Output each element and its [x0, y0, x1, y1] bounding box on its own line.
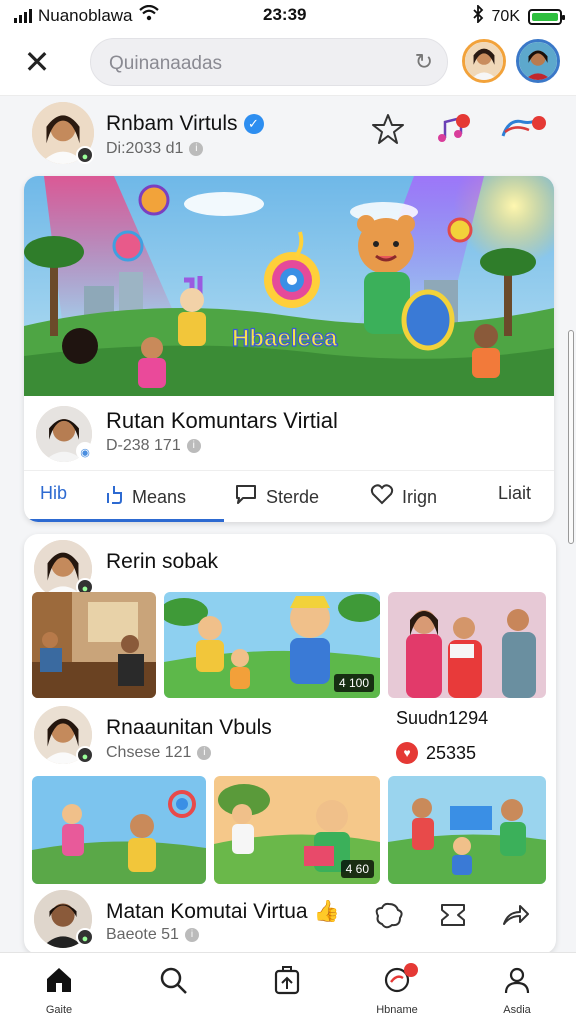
grid2-duration-2: 4 60	[340, 860, 374, 878]
section2-info-icon: i	[197, 745, 212, 760]
profile-icon	[482, 965, 552, 1002]
notifications-icon	[362, 963, 432, 1002]
banner-text: Hbaeleea	[232, 325, 338, 352]
notification-badge	[404, 963, 418, 977]
verified-icon: ✓	[243, 114, 264, 135]
active-tab-indicator	[24, 519, 224, 522]
featured-info-icon: i	[186, 438, 201, 453]
top-avatar-2[interactable]	[516, 39, 560, 83]
nav-notifications-label: Hbname	[376, 1004, 418, 1016]
share-notification-dot	[532, 116, 546, 130]
featured-card[interactable]: Hbaeleea ◉ Rutan Komuntars Virtial D-238…	[24, 176, 554, 522]
featured-badge-icon: ◉	[76, 442, 94, 460]
search-placeholder: Quinanaadas	[109, 53, 223, 74]
tab-sterde[interactable]: Sterde	[234, 483, 319, 511]
tab-sterde-label: Sterde	[266, 486, 320, 507]
tab-liait-label: Liait	[498, 483, 532, 503]
section2-right-label: Suudn1294	[396, 708, 489, 728]
nav-home-label: Gaite	[45, 1004, 73, 1016]
tab-hib[interactable]: Hib	[40, 483, 67, 504]
section2-count: 25335	[426, 742, 477, 763]
grid1-thumb-1[interactable]	[32, 592, 156, 698]
section1-name: Rerin sobak	[106, 550, 219, 573]
grid2-thumb-1[interactable]	[32, 776, 206, 884]
scrollbar[interactable]	[568, 330, 574, 544]
status-bar: Nuanoblawa 23:39 70K	[0, 0, 576, 30]
profile-name: Rnbam Virtuls	[106, 112, 238, 135]
section2-badge-icon: ●	[76, 746, 94, 764]
section3-info-icon: i	[184, 927, 199, 942]
search-icon	[138, 965, 208, 1002]
section3-meta: Baeote 51	[106, 926, 179, 943]
top-avatar-1[interactable]	[462, 39, 506, 83]
star-icon[interactable]	[368, 112, 408, 152]
reaction-icon: ♥	[396, 742, 418, 764]
tab-means[interactable]: Means	[102, 483, 186, 511]
nav-notifications[interactable]: Hbname	[362, 963, 432, 1016]
grid1-thumb-2[interactable]: 4 100	[164, 592, 380, 698]
signal-icon	[14, 8, 32, 23]
online-badge-icon: ●	[76, 146, 94, 164]
section2-meta: Chsese 121	[106, 744, 192, 761]
comment-icon	[234, 483, 258, 511]
grid1-duration-2: 4 100	[333, 674, 374, 692]
section3-share-icon[interactable]	[500, 900, 530, 935]
section3-badge-icon: ●	[76, 928, 94, 946]
tab-hib-label: Hib	[40, 483, 68, 503]
battery-text: 70K	[491, 7, 520, 25]
heart-icon	[370, 483, 394, 511]
profile-meta: Di:2033 d1	[106, 140, 184, 157]
bottom-nav: Gaite Hbname Asdia	[0, 952, 576, 1024]
home-icon	[24, 965, 94, 1002]
nav-profile-label: Asdia	[503, 1004, 531, 1016]
section3-reaction-icon[interactable]	[374, 900, 404, 935]
grid1-thumb-3[interactable]	[388, 592, 546, 698]
section3-name: Matan Komutai Virtua	[106, 900, 308, 923]
music-note-icon[interactable]	[432, 112, 472, 152]
feed-card: ● Rerin sobak 4 100 ● Rnaaunitan Vbuls C…	[24, 534, 556, 954]
grid2-thumb-2[interactable]: 4 60	[214, 776, 380, 884]
nav-search[interactable]	[138, 965, 208, 1004]
tab-bar: Hib Means Sterde Irign Liait	[24, 470, 554, 522]
top-bar: ✕ Quinanaadas ↻	[0, 30, 576, 96]
grid2-thumb-3[interactable]	[388, 776, 546, 884]
info-icon: i	[189, 141, 204, 156]
featured-meta: D-238 171	[106, 437, 181, 454]
upload-icon	[252, 965, 322, 1002]
share-swoosh-icon[interactable]	[496, 112, 546, 152]
nav-profile[interactable]: Asdia	[482, 965, 552, 1016]
featured-banner[interactable]: Hbaeleea	[24, 176, 554, 396]
thumbs-up-emoji-icon: 👍	[313, 900, 340, 923]
search-input[interactable]: Quinanaadas ↻	[90, 38, 448, 86]
tab-liait[interactable]: Liait	[498, 483, 531, 504]
section2-reaction[interactable]: ♥ 25335	[396, 742, 476, 764]
reload-icon[interactable]: ↻	[415, 49, 433, 75]
tab-irign-label: Irign	[402, 486, 438, 507]
carrier-label: Nuanoblawa	[38, 5, 133, 25]
tab-irign[interactable]: Irign	[370, 483, 437, 511]
tab-means-label: Means	[132, 486, 187, 507]
clock: 23:39	[263, 5, 307, 24]
section2-name: Rnaaunitan Vbuls	[106, 716, 272, 739]
section3-save-icon[interactable]	[438, 900, 468, 935]
music-notification-dot	[456, 114, 470, 128]
featured-name: Rutan Komuntars Virtial	[106, 408, 338, 433]
wifi-icon	[138, 4, 159, 26]
nav-home[interactable]: Gaite	[24, 965, 94, 1016]
nav-upload[interactable]	[252, 965, 322, 1004]
battery-icon	[528, 8, 565, 25]
close-button[interactable]: ✕	[18, 44, 56, 82]
bluetooth-icon	[472, 3, 484, 28]
like-icon	[102, 483, 124, 511]
